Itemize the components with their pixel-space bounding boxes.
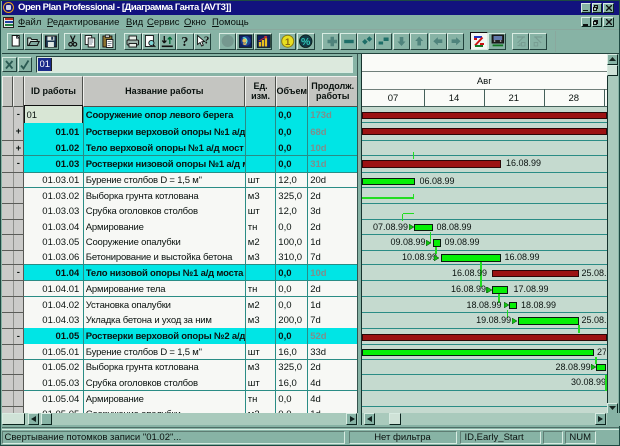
svg-text:1: 1 — [285, 37, 291, 48]
svg-text:?: ? — [204, 34, 210, 46]
svg-text:%: % — [301, 36, 311, 48]
svg-text:?: ? — [182, 35, 189, 50]
